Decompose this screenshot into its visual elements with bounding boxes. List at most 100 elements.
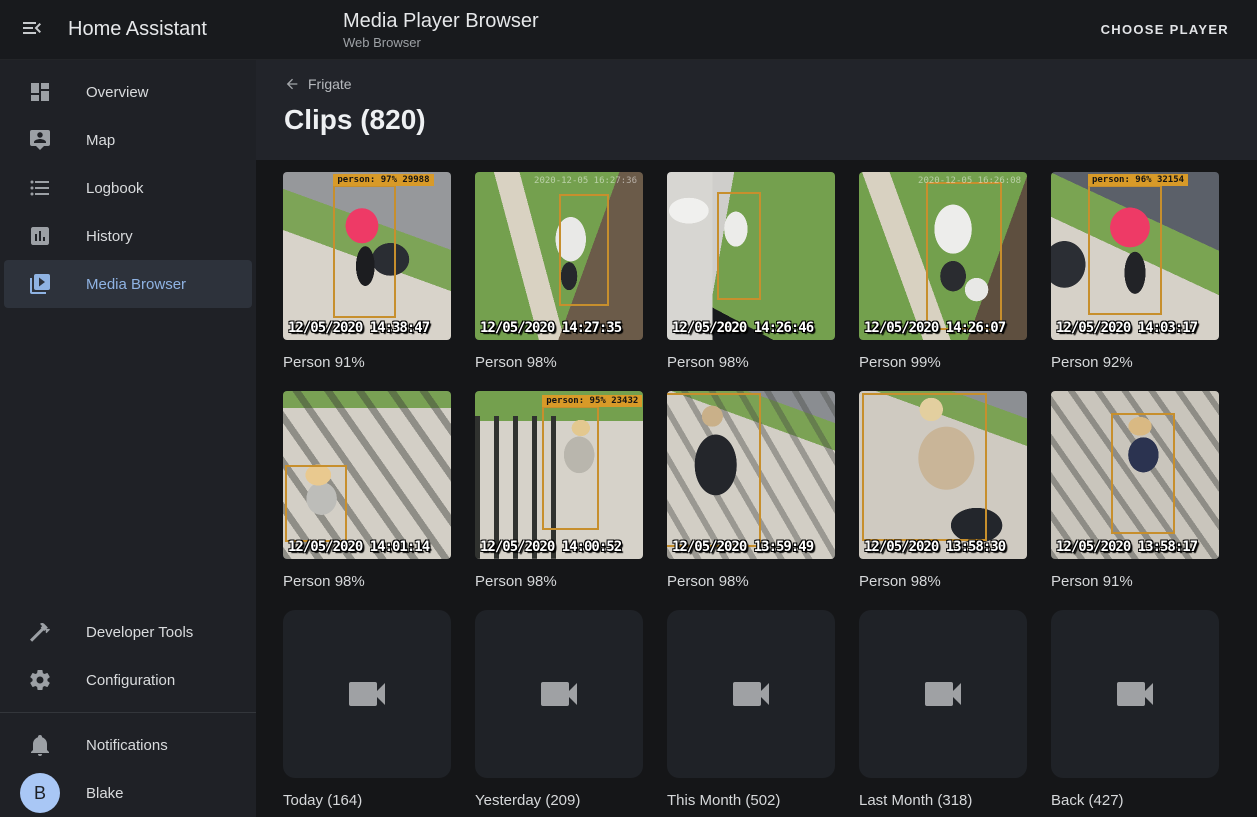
sidebar-item-notifications[interactable]: Notifications xyxy=(4,721,252,769)
bulleted-list-icon xyxy=(28,176,52,200)
sidebar-item-overview[interactable]: Overview xyxy=(4,68,252,116)
folder-label: Last Month (318) xyxy=(859,792,1027,809)
clip-caption: Person 92% xyxy=(1051,354,1219,371)
clip-card[interactable]: 2020-12-05 16:26:08 12/05/2020 14:26:07 … xyxy=(859,172,1027,371)
clip-timestamp: 12/05/2020 14:03:17 xyxy=(1056,320,1197,336)
folder-thumbnail xyxy=(667,610,835,778)
video-camera-icon xyxy=(343,670,391,718)
clip-grid: person: 97% 29988 12/05/2020 14:38:47 Pe… xyxy=(283,172,1257,809)
video-camera-icon xyxy=(919,670,967,718)
folder-card-this-month[interactable]: This Month (502) xyxy=(667,610,835,809)
sidebar-item-media-browser[interactable]: Media Browser xyxy=(4,260,252,308)
sidebar-item-logbook[interactable]: Logbook xyxy=(4,164,252,212)
folder-card-back[interactable]: Back (427) xyxy=(1051,610,1219,809)
clip-timestamp: 12/05/2020 13:58:30 xyxy=(864,539,1005,555)
breadcrumb[interactable]: Frigate xyxy=(284,76,352,92)
clip-timestamp: 12/05/2020 13:58:17 xyxy=(1056,539,1197,555)
detection-bbox xyxy=(667,393,761,548)
sidebar-item-developer-tools[interactable]: Developer Tools xyxy=(4,608,252,656)
sidebar-item-user[interactable]: B Blake xyxy=(4,769,252,817)
app-bar-left: Home Assistant xyxy=(0,6,256,54)
sidebar-item-history[interactable]: History xyxy=(4,212,252,260)
app-title: Home Assistant xyxy=(68,18,207,41)
clip-card[interactable]: 12/05/2020 13:58:17 Person 91% xyxy=(1051,391,1219,590)
sidebar-item-label: Media Browser xyxy=(86,276,186,293)
play-box-multiple-icon xyxy=(28,272,52,296)
main-content: Frigate Clips (820) person: 97% 29988 12… xyxy=(256,60,1257,817)
detection-bbox xyxy=(717,192,761,300)
folder-card-today[interactable]: Today (164) xyxy=(283,610,451,809)
clip-caption: Person 98% xyxy=(667,573,835,590)
clip-caption: Person 98% xyxy=(859,573,1027,590)
clip-caption: Person 98% xyxy=(475,354,643,371)
detection-tag: person: 95% 23432 xyxy=(542,395,642,407)
clip-thumbnail: 12/05/2020 13:58:30 xyxy=(859,391,1027,559)
panel-titles: Media Player Browser Web Browser xyxy=(343,9,539,50)
sidebar-item-label: History xyxy=(86,228,133,245)
detection-bbox: person: 96% 32154 xyxy=(1088,185,1162,314)
clip-thumbnail: 2020-12-05 16:27:36 12/05/2020 14:27:35 xyxy=(475,172,643,340)
arrow-left-icon xyxy=(284,76,300,92)
panel-subtitle: Web Browser xyxy=(343,35,539,50)
video-camera-icon xyxy=(727,670,775,718)
app-bar-main: Media Player Browser Web Browser CHOOSE … xyxy=(256,9,1257,50)
person-tooltip-icon xyxy=(28,128,52,152)
clip-timestamp: 12/05/2020 14:27:35 xyxy=(480,320,621,336)
detection-bbox xyxy=(1111,413,1175,534)
folder-card-last-month[interactable]: Last Month (318) xyxy=(859,610,1027,809)
clip-timestamp: 12/05/2020 14:26:46 xyxy=(672,320,813,336)
video-camera-icon xyxy=(1111,670,1159,718)
sidebar-spacer xyxy=(0,308,256,608)
sidebar-item-label: Configuration xyxy=(86,672,175,689)
sidebar-toggle-button[interactable] xyxy=(8,6,56,54)
clip-timestamp: 12/05/2020 14:00:52 xyxy=(480,539,621,555)
sidebar-item-label: Developer Tools xyxy=(86,624,193,641)
clip-card[interactable]: person: 97% 29988 12/05/2020 14:38:47 Pe… xyxy=(283,172,451,371)
sidebar-item-map[interactable]: Map xyxy=(4,116,252,164)
sidebar-item-label: Map xyxy=(86,132,115,149)
bar-chart-box-icon xyxy=(28,224,52,248)
clip-timestamp: 12/05/2020 14:38:47 xyxy=(288,320,429,336)
clip-thumbnail: 12/05/2020 14:01:14 xyxy=(283,391,451,559)
clip-timestamp: 12/05/2020 14:01:14 xyxy=(288,539,429,555)
clip-thumbnail: 12/05/2020 14:26:46 xyxy=(667,172,835,340)
folder-thumbnail xyxy=(283,610,451,778)
folder-label: Today (164) xyxy=(283,792,451,809)
detection-bbox xyxy=(926,182,1002,330)
clip-card[interactable]: 12/05/2020 14:01:14 Person 98% xyxy=(283,391,451,590)
clip-card[interactable]: 12/05/2020 14:26:46 Person 98% xyxy=(667,172,835,371)
folder-thumbnail xyxy=(859,610,1027,778)
gear-icon xyxy=(28,668,52,692)
folder-label: This Month (502) xyxy=(667,792,835,809)
detection-bbox xyxy=(285,465,347,542)
video-camera-icon xyxy=(535,670,583,718)
sidebar-item-label: Overview xyxy=(86,84,149,101)
clip-card[interactable]: 12/05/2020 13:58:30 Person 98% xyxy=(859,391,1027,590)
clip-card[interactable]: person: 96% 32154 12/05/2020 14:03:17 Pe… xyxy=(1051,172,1219,371)
clip-caption: Person 91% xyxy=(283,354,451,371)
clip-card[interactable]: 2020-12-05 16:27:36 12/05/2020 14:27:35 … xyxy=(475,172,643,371)
clip-card[interactable]: person: 95% 23432 12/05/2020 14:00:52 Pe… xyxy=(475,391,643,590)
choose-player-button[interactable]: CHOOSE PLAYER xyxy=(1093,12,1237,47)
clip-caption: Person 98% xyxy=(667,354,835,371)
clip-timestamp: 12/05/2020 13:59:49 xyxy=(672,539,813,555)
detection-tag: person: 96% 32154 xyxy=(1088,174,1188,186)
dashboard-icon xyxy=(28,80,52,104)
sidebar-item-label: Logbook xyxy=(86,180,144,197)
breadcrumb-label: Frigate xyxy=(308,76,352,92)
clip-grid-area: person: 97% 29988 12/05/2020 14:38:47 Pe… xyxy=(256,160,1257,809)
media-browser-header: Frigate Clips (820) xyxy=(256,60,1257,160)
camera-osd-top: 2020-12-05 16:26:08 xyxy=(918,176,1021,186)
app-bar: Home Assistant Media Player Browser Web … xyxy=(0,0,1257,60)
sidebar-divider xyxy=(0,712,256,713)
clip-thumbnail: person: 95% 23432 12/05/2020 14:00:52 xyxy=(475,391,643,559)
clip-card[interactable]: 12/05/2020 13:59:49 Person 98% xyxy=(667,391,835,590)
sidebar-item-label: Notifications xyxy=(86,737,168,754)
user-name: Blake xyxy=(86,785,124,802)
sidebar-item-configuration[interactable]: Configuration xyxy=(4,656,252,704)
menu-open-icon xyxy=(20,16,44,43)
clip-caption: Person 98% xyxy=(283,573,451,590)
clip-thumbnail: 12/05/2020 13:58:17 xyxy=(1051,391,1219,559)
folder-card-yesterday[interactable]: Yesterday (209) xyxy=(475,610,643,809)
detection-bbox: person: 95% 23432 xyxy=(542,406,599,530)
